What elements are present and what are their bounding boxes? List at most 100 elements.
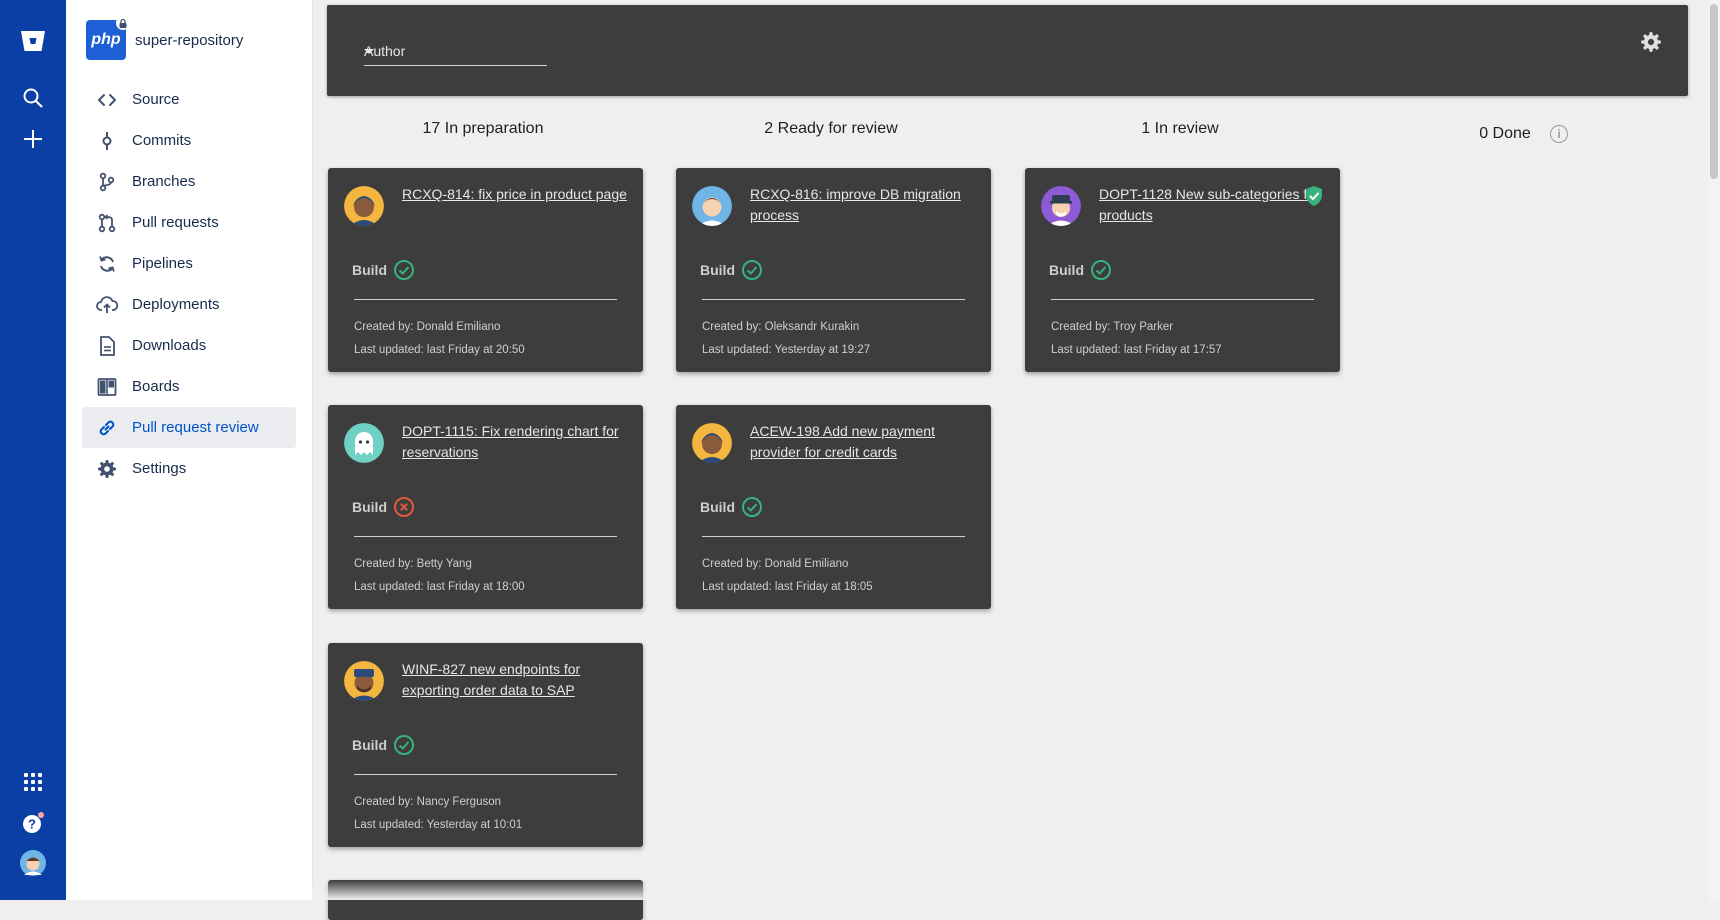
check-circle-icon <box>1090 259 1112 281</box>
build-status: Build <box>352 259 415 281</box>
pull-request-card[interactable]: ACEW-198 Add new payment provider for cr… <box>676 405 991 609</box>
sidebar-item-label: Commits <box>132 132 192 149</box>
sidebar-item-downloads[interactable]: Downloads <box>82 325 296 366</box>
pull-request-card[interactable]: RCXQ-814: fix price in product page Buil… <box>328 168 643 372</box>
build-status: Build <box>1049 259 1112 281</box>
pull-request-title-link[interactable]: WINF-827 new endpoints for exporting ord… <box>402 659 627 701</box>
author-avatar <box>1041 186 1081 226</box>
divider <box>702 299 965 300</box>
info-icon[interactable]: i <box>1550 125 1568 143</box>
repository-logo: php <box>86 16 130 60</box>
created-by: Created by: Nancy Ferguson <box>354 796 502 808</box>
card-meta: Created by: Donald Emiliano Last updated… <box>354 316 525 362</box>
sidebar-item-label: Pull request review <box>132 419 259 436</box>
global-nav: ? <box>0 0 66 900</box>
author-avatar <box>344 423 384 463</box>
pull-request-title-link[interactable]: DOPT-1128 New sub-categories for product… <box>1099 184 1324 226</box>
error-circle-icon <box>393 496 415 518</box>
sidebar-item-label: Source <box>132 91 180 108</box>
created-by: Created by: Donald Emiliano <box>702 558 849 570</box>
repository-header[interactable]: php super-repository <box>86 16 243 60</box>
author-avatar <box>692 423 732 463</box>
cloud-upload-icon <box>82 295 132 315</box>
pull-request-title-link[interactable]: ACEW-198 Add new payment provider for cr… <box>750 421 975 463</box>
sidebar-item-pipelines[interactable]: Pipelines <box>82 243 296 284</box>
sidebar-item-pull-request-review[interactable]: Pull request review <box>82 407 296 448</box>
branch-icon <box>82 172 132 192</box>
build-label: Build <box>700 499 735 515</box>
scroll-fade <box>312 880 1706 900</box>
author-avatar <box>344 661 384 701</box>
svg-text:?: ? <box>28 817 36 832</box>
sidebar-item-source[interactable]: Source <box>82 79 296 120</box>
project-nav: Source Commits Branches Pull requests Pi… <box>82 79 296 489</box>
sidebar-item-label: Branches <box>132 173 196 190</box>
sidebar-item-deployments[interactable]: Deployments <box>82 284 296 325</box>
pull-request-title-link[interactable]: RCXQ-816: improve DB migration process <box>750 184 975 226</box>
chevron-down-icon <box>364 49 374 54</box>
sidebar-item-label: Downloads <box>132 337 207 354</box>
column-header-ready-for-review: 2 Ready for review <box>764 120 898 137</box>
scrollbar-thumb[interactable] <box>1710 4 1718 179</box>
gear-icon <box>82 459 132 479</box>
commit-icon <box>82 131 132 151</box>
author-avatar <box>344 186 384 226</box>
sidebar-item-label: Pull requests <box>132 214 219 231</box>
build-label: Build <box>352 499 387 515</box>
column-header-in-preparation: 17 In preparation <box>422 120 544 137</box>
build-status: Build <box>352 496 415 518</box>
pull-request-card[interactable]: RCXQ-816: improve DB migration process B… <box>676 168 991 372</box>
verified-shield-icon <box>1304 185 1324 212</box>
lock-icon <box>116 16 130 30</box>
created-by: Created by: Betty Yang <box>354 558 472 570</box>
pull-request-title-link[interactable]: DOPT-1115: Fix rendering chart for reser… <box>402 421 627 463</box>
project-sidebar: php super-repository Source Commits Bran… <box>66 0 313 900</box>
sidebar-item-boards[interactable]: Boards <box>82 366 296 407</box>
created-by: Created by: Donald Emiliano <box>354 321 501 333</box>
user-avatar[interactable] <box>0 843 66 883</box>
divider <box>354 299 617 300</box>
last-updated: Last updated: Yesterday at 10:01 <box>354 819 523 831</box>
app-switcher-icon[interactable] <box>0 762 66 802</box>
last-updated: Last updated: last Friday at 18:00 <box>354 581 525 593</box>
pull-request-card[interactable]: DOPT-1128 New sub-categories for product… <box>1025 168 1340 372</box>
card-meta: Created by: Oleksandr Kurakin Last updat… <box>702 316 870 362</box>
check-circle-icon <box>741 496 763 518</box>
create-plus-icon[interactable] <box>0 119 66 159</box>
sidebar-item-commits[interactable]: Commits <box>82 120 296 161</box>
card-meta: Created by: Betty Yang Last updated: las… <box>354 553 525 599</box>
search-icon[interactable] <box>0 78 66 118</box>
build-status: Build <box>352 734 415 756</box>
sidebar-item-pull-requests[interactable]: Pull requests <box>82 202 296 243</box>
author-filter-select[interactable]: Author <box>364 39 547 66</box>
sidebar-item-settings[interactable]: Settings <box>82 448 296 489</box>
last-updated: Last updated: last Friday at 20:50 <box>354 344 525 356</box>
card-meta: Created by: Donald Emiliano Last updated… <box>702 553 873 599</box>
board-settings-gear-icon[interactable] <box>1640 31 1662 58</box>
pull-request-card[interactable]: WINF-827 new endpoints for exporting ord… <box>328 643 643 847</box>
created-by: Created by: Oleksandr Kurakin <box>702 321 860 333</box>
sidebar-item-label: Boards <box>132 378 180 395</box>
divider <box>702 536 965 537</box>
divider <box>354 774 617 775</box>
created-by: Created by: Troy Parker <box>1051 321 1174 333</box>
divider <box>1051 299 1314 300</box>
check-circle-icon <box>741 259 763 281</box>
build-label: Build <box>1049 262 1084 278</box>
pull-request-title-link[interactable]: RCXQ-814: fix price in product page <box>402 184 627 205</box>
sidebar-item-label: Pipelines <box>132 255 193 272</box>
filter-toolbar: Author <box>327 5 1688 96</box>
column-header-in-review: 1 In review <box>1141 120 1219 137</box>
last-updated: Last updated: Yesterday at 19:27 <box>702 344 871 356</box>
help-icon[interactable]: ? <box>0 803 66 843</box>
sidebar-item-branches[interactable]: Branches <box>82 161 296 202</box>
pull-request-card[interactable]: DOPT-1115: Fix rendering chart for reser… <box>328 405 643 609</box>
card-meta: Created by: Nancy Ferguson Last updated:… <box>354 791 522 837</box>
divider <box>354 536 617 537</box>
sidebar-item-label: Deployments <box>132 296 220 313</box>
author-avatar <box>692 186 732 226</box>
repository-logo-text: php <box>91 31 121 48</box>
card-meta: Created by: Troy Parker Last updated: la… <box>1051 316 1222 362</box>
bitbucket-logo-icon[interactable] <box>0 21 66 61</box>
code-icon <box>82 90 132 110</box>
